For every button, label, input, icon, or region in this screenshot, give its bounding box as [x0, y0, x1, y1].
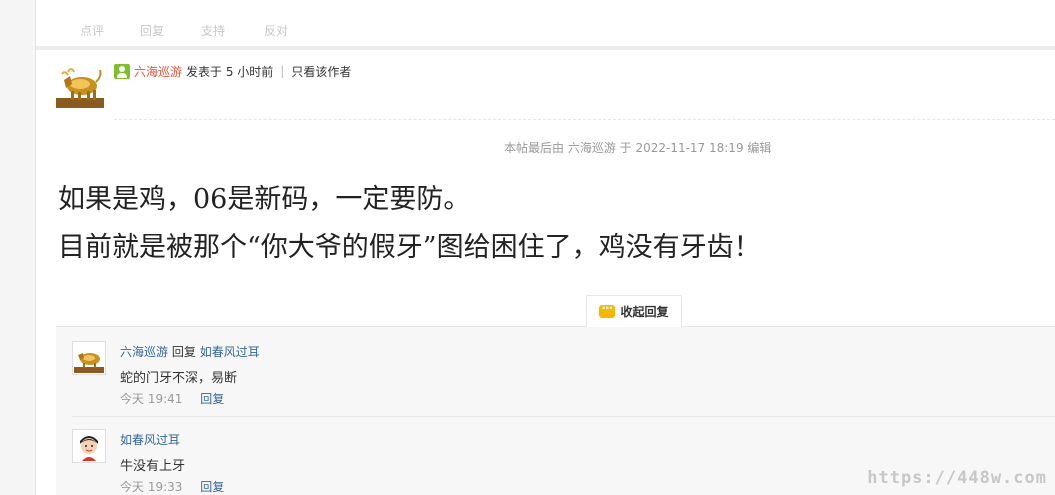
only-author-link[interactable]: 只看该作者 [291, 63, 351, 80]
reply-action-word: 回复 [171, 345, 196, 359]
reply-author[interactable]: 如春风过耳 [120, 433, 180, 447]
reply-header: 如春风过耳 [120, 431, 180, 448]
author-avatar[interactable] [56, 60, 104, 108]
reply-action[interactable]: 回复 [140, 22, 164, 39]
oppose-action[interactable]: 反对 [264, 22, 288, 39]
reply-time: 今天 19:41 [120, 392, 183, 406]
comment-action[interactable]: 点评 [80, 22, 104, 39]
post-panel: 点评 回复 支持 反对 六海巡游 发表于 5 小时前 | 只看该作者 本帖最后由… [36, 0, 1055, 495]
left-gutter [0, 0, 36, 495]
reply-button[interactable]: 回复 [200, 480, 224, 494]
post-content-line-2: 目前就是被那个“你大爷的假牙”图给困住了，鸡没有牙齿！ [58, 232, 761, 263]
author-line-divider: | [280, 64, 285, 78]
reply-meta: 今天 19:33 回复 [120, 478, 224, 495]
reply-avatar-bull[interactable] [72, 341, 106, 375]
reply-text: 牛没有上牙 [120, 459, 186, 474]
edit-note: 本帖最后由 六海巡游 于 2022-11-17 18:19 编辑 [504, 141, 772, 155]
reply-divider [72, 416, 1055, 417]
online-status-icon [114, 63, 130, 79]
post-content-line-1: 如果是鸡，06是新码，一定要防。 [58, 184, 471, 215]
collapse-replies-label: 收起回复 [620, 305, 669, 319]
post-separator [36, 46, 1055, 50]
header-divider [114, 119, 1055, 120]
reply-meta: 今天 19:41 回复 [120, 390, 224, 407]
post-time: 发表于 5 小时前 [186, 64, 274, 79]
reply-target-user[interactable]: 如春风过耳 [200, 345, 260, 359]
reply-header: 六海巡游 回复 如春风过耳 [120, 343, 260, 360]
reply-avatar-cartoon[interactable] [72, 429, 106, 463]
post-author-name[interactable]: 六海巡游 [134, 63, 182, 80]
reply-author[interactable]: 六海巡游 [120, 345, 168, 359]
reply-button[interactable]: 回复 [200, 392, 224, 406]
post-author-line: 六海巡游 发表于 5 小时前 | 只看该作者 [114, 63, 351, 79]
collapse-replies-button[interactable]: 收起回复 [586, 295, 682, 327]
reply-text: 蛇的门牙不深，易断 [120, 371, 238, 386]
comment-bubble-icon [599, 301, 616, 318]
post-action-bar: 点评 回复 支持 反对 [36, 0, 1055, 46]
post-content: 如果是鸡，06是新码，一定要防。 目前就是被那个“你大爷的假牙”图给困住了，鸡没… [58, 176, 761, 272]
site-watermark: https://448w.com [867, 468, 1047, 488]
support-action[interactable]: 支持 [201, 22, 225, 39]
reply-time: 今天 19:33 [120, 480, 183, 494]
